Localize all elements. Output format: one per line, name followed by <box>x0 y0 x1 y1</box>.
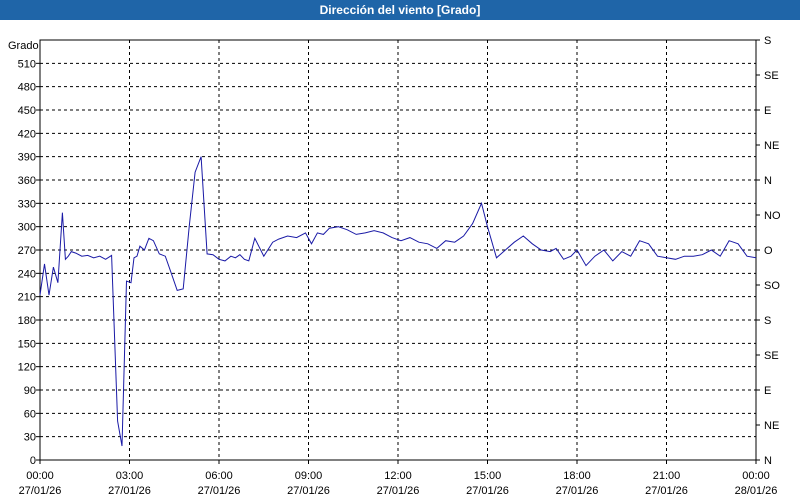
x-tick-label-time: 00:00 <box>742 470 770 482</box>
right-tick-label: NE <box>764 420 779 432</box>
right-tick-label: S <box>764 315 771 327</box>
x-tick-label-date: 27/01/26 <box>377 485 420 497</box>
y-tick-label: 330 <box>18 198 36 210</box>
right-tick-label: O <box>764 245 773 257</box>
right-tick-label: NE <box>764 140 779 152</box>
y-tick-label: 210 <box>18 292 36 304</box>
grid-layer <box>40 40 756 460</box>
x-tick-label-date: 27/01/26 <box>645 485 688 497</box>
right-tick-label: E <box>764 385 771 397</box>
y-tick-label: 90 <box>24 385 36 397</box>
x-tick-label-time: 03:00 <box>116 470 144 482</box>
y-tick-label: 360 <box>18 175 36 187</box>
right-tick-label: SE <box>764 350 779 362</box>
y-axis: 0 30 60 90 120 150 180 210 240 270 300 330 360 390 420… <box>18 58 40 467</box>
right-tick-label: NO <box>764 210 781 222</box>
y-tick-label: 450 <box>18 105 36 117</box>
y-tick-label: 240 <box>18 268 36 280</box>
y-tick-label: 180 <box>18 315 36 327</box>
x-tick-label-time: 18:00 <box>563 470 591 482</box>
y-tick-label: 60 <box>24 408 36 420</box>
x-tick-label-date: 27/01/26 <box>19 485 62 497</box>
x-tick-label-date: 28/01/26 <box>735 485 778 497</box>
x-tick-label-time: 09:00 <box>295 470 323 482</box>
x-tick-label-time: 12:00 <box>384 470 412 482</box>
y-tick-label: 150 <box>18 338 36 350</box>
right-tick-label: N <box>764 175 772 187</box>
y-tick-label: 300 <box>18 222 36 234</box>
x-axis: 00:00 27/01/26 03:00 27/01/26 06:00 27/01/26 0… <box>19 460 778 497</box>
wind-direction-chart: 0 30 60 90 120 150 180 210 240 270 300 330 360 390 420… <box>8 35 781 497</box>
right-axis: N NE E SE S SO O NO N NE E SE S <box>756 35 781 467</box>
y-tick-label: 270 <box>18 245 36 257</box>
x-tick-label-date: 27/01/26 <box>198 485 241 497</box>
x-tick-label-time: 15:00 <box>474 470 502 482</box>
x-tick-label-date: 27/01/26 <box>108 485 151 497</box>
x-tick-label-time: 21:00 <box>653 470 681 482</box>
x-tick-label-date: 27/01/26 <box>556 485 599 497</box>
x-tick-label-date: 27/01/26 <box>466 485 509 497</box>
y-tick-label: 420 <box>18 128 36 140</box>
y-tick-label: 510 <box>18 58 36 70</box>
x-tick-label-time: 00:00 <box>26 470 54 482</box>
y-axis-title: Grado <box>8 40 39 52</box>
right-tick-label: SO <box>764 280 780 292</box>
y-tick-label: 480 <box>18 82 36 94</box>
x-tick-label-time: 06:00 <box>205 470 233 482</box>
y-tick-label: 30 <box>24 432 36 444</box>
right-tick-label: E <box>764 105 771 117</box>
y-tick-label: 390 <box>18 152 36 164</box>
y-tick-label: 0 <box>30 455 36 467</box>
right-tick-label: SE <box>764 70 779 82</box>
x-tick-label-date: 27/01/26 <box>287 485 330 497</box>
right-tick-label: S <box>764 35 771 47</box>
y-tick-label: 120 <box>18 362 36 374</box>
right-tick-label: N <box>764 455 772 467</box>
